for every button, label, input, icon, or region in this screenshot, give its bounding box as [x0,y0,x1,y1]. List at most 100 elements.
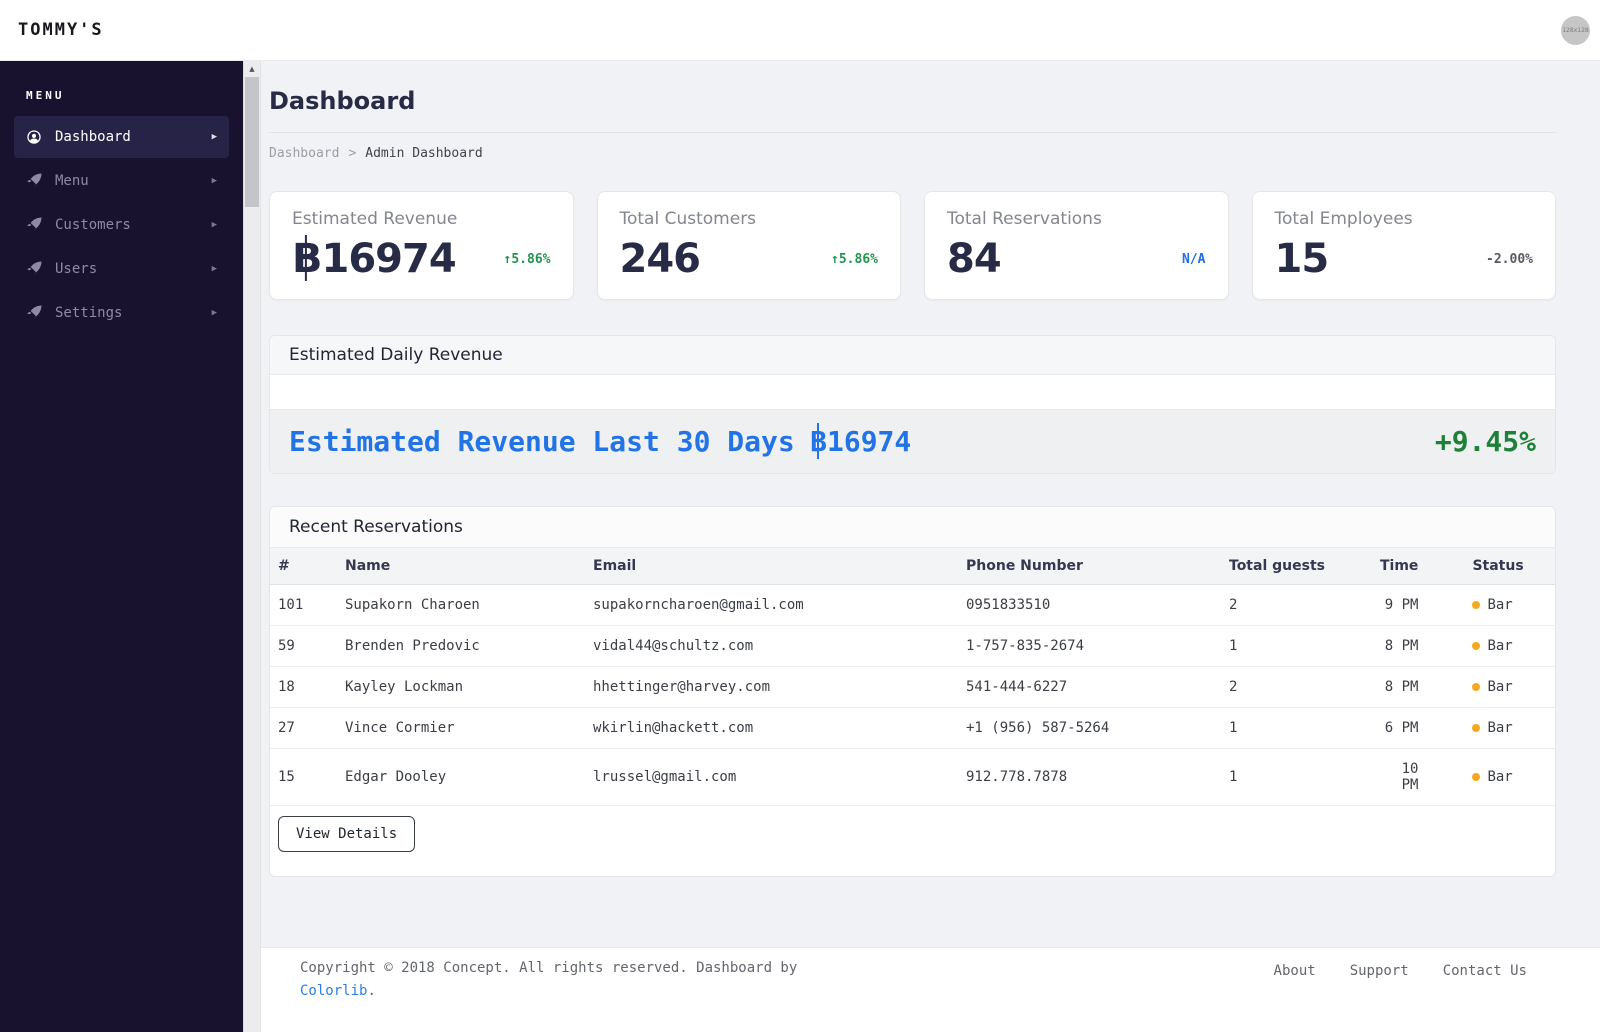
rocket-icon [26,261,42,277]
breadcrumb-separator-icon: > [348,146,357,161]
page-title: Dashboard [269,87,416,115]
chevron-right-icon: ▶ [211,132,217,142]
copyright-text: Copyright © 2018 Concept. All rights res… [300,957,797,1003]
table-row: 59 Brenden Predovic vidal44@schultz.com … [270,625,1555,667]
sidebar-item-label: Settings [55,305,123,321]
cell-phone: 541-444-6227 [958,666,1221,708]
recent-reservations-card: Recent Reservations # Name Email Phone N… [269,506,1556,877]
stat-label: Total Customers [619,209,757,229]
cell-guests: 1 [1221,707,1372,749]
stat-trend: ↑5.86% [831,251,878,267]
table-row: 18 Kayley Lockman hhettinger@harvey.com … [270,666,1555,708]
cell-guests: 1 [1221,625,1372,667]
status-dot-icon [1472,773,1481,781]
cell-guests: 1 [1221,748,1372,806]
cell-id: 27 [270,707,337,749]
sidebar-item-label: Customers [55,217,131,233]
cell-guests: 2 [1221,666,1372,708]
footer-link-support[interactable]: Support [1350,963,1409,979]
cell-phone: 0951833510 [958,584,1221,626]
sidebar-item-label: Menu [55,173,89,189]
table-row: 27 Vince Cormier wkirlin@hackett.com +1 … [270,707,1555,749]
brand-logo[interactable]: TOMMY'S [18,20,104,40]
chevron-right-icon: ▶ [211,308,217,318]
colorlib-link[interactable]: Colorlib [300,983,367,999]
top-header: TOMMY'S 128x128 [0,0,1600,61]
title-divider [269,132,1556,133]
stat-card-total-reservations: Total Reservations 84 N/A [924,191,1229,300]
sidebar: MENU Dashboard ▶ Menu ▶ Customers ▶ User… [0,61,243,1032]
cell-status: Bar [1420,748,1555,806]
stat-trend: N/A [1182,251,1206,267]
breadcrumb: Dashboard > Admin Dashboard [269,146,1556,161]
col-header-time: Time [1372,548,1421,585]
sidebar-item-customers[interactable]: Customers ▶ [14,204,229,246]
table-row: 101 Supakorn Charoen supakorncharoen@gma… [270,584,1555,626]
cell-id: 15 [270,748,337,806]
copyright-suffix: . [367,983,376,999]
cell-status: Bar [1420,666,1555,708]
sidebar-item-users[interactable]: Users ▶ [14,248,229,290]
sidebar-item-label: Dashboard [55,129,131,145]
user-circle-icon [26,129,42,145]
cell-name: Edgar Dooley [337,748,585,806]
breadcrumb-parent[interactable]: Dashboard [269,146,339,161]
stat-value: 246 [619,236,701,282]
cell-email: supakorncharoen@gmail.com [585,584,958,626]
cell-time: 9 PM [1372,584,1421,626]
cell-status: Bar [1420,584,1555,626]
cell-email: lrussel@gmail.com [585,748,958,806]
col-header-email: Email [585,548,958,585]
status-dot-icon [1472,642,1481,650]
cell-time: 8 PM [1372,625,1421,667]
view-details-button[interactable]: View Details [278,816,416,852]
cell-status: Bar [1420,625,1555,667]
rocket-icon [26,305,42,321]
status-dot-icon [1472,683,1481,691]
sidebar-menu-label: MENU [26,89,65,102]
sidebar-item-settings[interactable]: Settings ▶ [14,292,229,334]
col-header-guests: Total guests [1221,548,1372,585]
cell-time: 10 PM [1372,748,1421,806]
stats-row: Estimated Revenue 16974 ↑5.86% Total Cus… [269,191,1556,300]
col-header-status: Status [1420,548,1555,585]
stat-value: 15 [1274,236,1330,282]
vertical-scrollbar[interactable]: ▲ [243,61,261,1032]
page-footer: Copyright © 2018 Concept. All rights res… [261,947,1600,1032]
card-title: Estimated Daily Revenue [270,336,1555,375]
sidebar-item-menu[interactable]: Menu ▶ [14,160,229,202]
chevron-right-icon: ▶ [211,176,217,186]
card-title: Recent Reservations [270,507,1555,548]
footer-link-contact-us[interactable]: Contact Us [1443,963,1527,979]
scrollbar-thumb[interactable] [245,77,259,207]
reservations-table: # Name Email Phone Number Total guests T… [270,548,1555,806]
rocket-icon [26,173,42,189]
sidebar-item-dashboard[interactable]: Dashboard ▶ [14,116,229,158]
cell-name: Brenden Predovic [337,625,585,667]
cell-email: wkirlin@hackett.com [585,707,958,749]
stat-label: Total Reservations [947,209,1102,229]
stat-label: Total Employees [1274,209,1413,229]
copyright-prefix: Copyright © 2018 Concept. All rights res… [300,960,798,976]
revenue-change-percent: +9.45% [1434,425,1536,458]
footer-link-about[interactable]: About [1274,963,1316,979]
stat-trend: ↑5.86% [503,251,551,267]
status-dot-icon [1472,601,1481,609]
cell-name: Supakorn Charoen [337,584,585,626]
rocket-icon [26,217,42,233]
cell-phone: +1 (956) 587-5264 [958,707,1221,749]
cell-email: vidal44@schultz.com [585,625,958,667]
revenue-summary-strip: Estimated Revenue Last 30 Days16974 +9.4… [270,409,1555,473]
cell-phone: 912.778.7878 [958,748,1221,806]
cell-phone: 1-757-835-2674 [958,625,1221,667]
scrollbar-up-arrow-icon[interactable]: ▲ [244,61,260,77]
col-header-id: # [270,548,337,585]
main-content: Dashboard Dashboard > Admin Dashboard Es… [261,61,1600,947]
estimated-daily-revenue-card: Estimated Daily Revenue Estimated Revenu… [269,335,1556,474]
user-avatar[interactable]: 128x128 [1561,15,1590,45]
breadcrumb-current: Admin Dashboard [365,146,483,161]
baht-symbol [810,425,827,458]
cell-time: 8 PM [1372,666,1421,708]
status-dot-icon [1472,724,1481,732]
cell-name: Kayley Lockman [337,666,585,708]
